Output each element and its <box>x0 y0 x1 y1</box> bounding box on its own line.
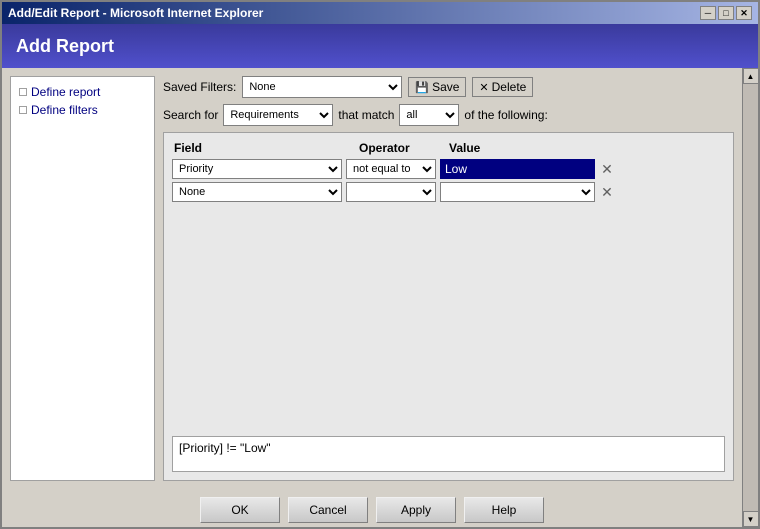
filter-area: Field Operator Value Priority None Statu… <box>163 132 734 481</box>
sidebar-label-define-report: Define report <box>31 85 100 99</box>
that-match-label: that match <box>338 108 394 122</box>
saved-filters-row: Saved Filters: None 💾 Save ✕ Delete <box>163 76 734 98</box>
header-operator: Operator <box>357 141 447 155</box>
close-button[interactable]: ✕ <box>736 6 752 20</box>
filter-row-2: None Priority Status ✕ <box>172 182 725 202</box>
value-select-2[interactable] <box>440 182 595 202</box>
delete-row-1-button[interactable]: ✕ <box>599 161 615 177</box>
scrollbar: ▲ ▼ <box>742 68 758 527</box>
field-select-2[interactable]: None Priority Status <box>172 182 342 202</box>
sidebar-item-define-report[interactable]: Define report <box>15 83 150 101</box>
window-title: Add/Edit Report - Microsoft Internet Exp… <box>8 6 263 20</box>
help-button[interactable]: Help <box>464 497 544 523</box>
delete-row-2-button[interactable]: ✕ <box>599 184 615 200</box>
field-select-1[interactable]: Priority None Status Assigned To <box>172 159 342 179</box>
cancel-button[interactable]: Cancel <box>288 497 368 523</box>
expression-text: [Priority] != "Low" <box>179 441 271 455</box>
page-title: Add Report <box>16 36 114 57</box>
window-header: Add Report <box>2 24 758 68</box>
save-label: Save <box>432 80 459 94</box>
expression-area: [Priority] != "Low" <box>172 436 725 472</box>
apply-button[interactable]: Apply <box>376 497 456 523</box>
main-window: Add/Edit Report - Microsoft Internet Exp… <box>0 0 760 529</box>
delete-button[interactable]: ✕ Delete <box>472 77 533 97</box>
scroll-up-button[interactable]: ▲ <box>743 68 759 84</box>
saved-filters-select[interactable]: None <box>242 76 402 98</box>
saved-filters-label: Saved Filters: <box>163 80 236 94</box>
sidebar: Define report Define filters <box>10 76 155 481</box>
window-outer: Define report Define filters Saved Filte… <box>2 68 758 527</box>
operator-select-2[interactable] <box>346 182 436 202</box>
operator-select-1[interactable]: not equal to equal to contains <box>346 159 436 179</box>
filter-header: Field Operator Value <box>172 141 725 155</box>
title-bar-left: Add/Edit Report - Microsoft Internet Exp… <box>8 6 263 20</box>
match-select[interactable]: all any <box>399 104 459 126</box>
scroll-down-button[interactable]: ▼ <box>743 511 759 527</box>
delete-label: Delete <box>492 80 527 94</box>
of-following-label: of the following: <box>464 108 547 122</box>
main-area: Define report Define filters Saved Filte… <box>2 68 742 527</box>
filter-spacer <box>172 205 725 432</box>
sidebar-item-define-filters[interactable]: Define filters <box>15 101 150 119</box>
ok-button[interactable]: OK <box>200 497 280 523</box>
bottom-bar: OK Cancel Apply Help <box>2 489 742 527</box>
scroll-track <box>743 84 759 511</box>
save-button[interactable]: 💾 Save <box>408 77 466 97</box>
bullet-icon-2 <box>19 106 27 114</box>
maximize-button[interactable]: □ <box>718 6 734 20</box>
header-value: Value <box>447 141 725 155</box>
minimize-button[interactable]: ─ <box>700 6 716 20</box>
search-for-label: Search for <box>163 108 218 122</box>
search-for-row: Search for Requirements that match all a… <box>163 104 734 126</box>
title-bar-controls: ─ □ ✕ <box>700 6 752 20</box>
save-icon: 💾 <box>415 81 429 94</box>
main-content: Saved Filters: None 💾 Save ✕ Delete <box>163 76 734 481</box>
value-input-1[interactable] <box>440 159 595 179</box>
bullet-icon <box>19 88 27 96</box>
header-field: Field <box>172 141 357 155</box>
filter-row-1: Priority None Status Assigned To not equ… <box>172 159 725 179</box>
search-for-select[interactable]: Requirements <box>223 104 333 126</box>
sidebar-label-define-filters: Define filters <box>31 103 98 117</box>
window-body: Define report Define filters Saved Filte… <box>2 68 742 489</box>
delete-icon: ✕ <box>479 81 488 94</box>
title-bar: Add/Edit Report - Microsoft Internet Exp… <box>2 2 758 24</box>
